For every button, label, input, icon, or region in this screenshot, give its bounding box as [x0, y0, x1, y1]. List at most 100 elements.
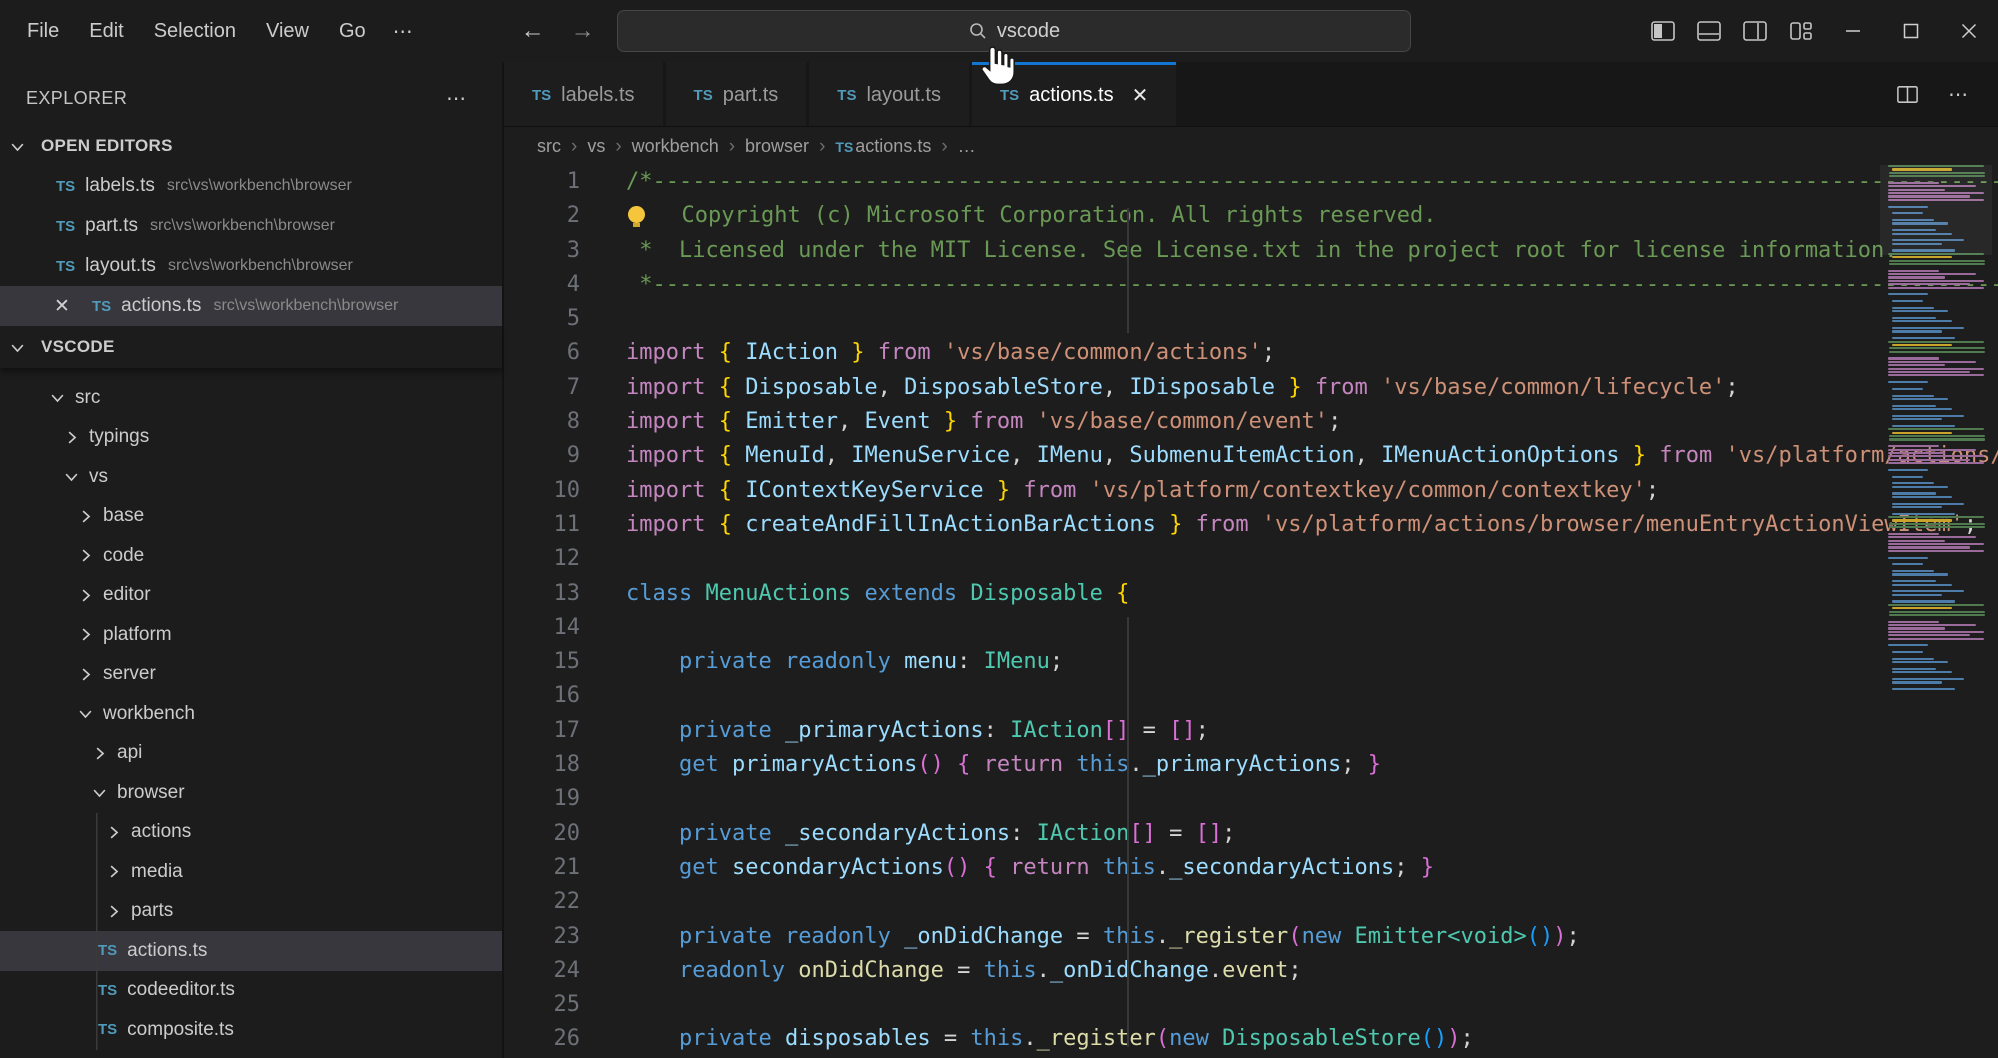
menu-selection[interactable]: Selection: [141, 14, 249, 49]
tree-item-parts[interactable]: parts: [0, 892, 502, 932]
code-line: 22: [504, 885, 1998, 919]
tab-bar: TSlabels.tsTSpart.tsTSlayout.tsTSactions…: [504, 62, 1998, 127]
tab-labels-ts[interactable]: TSlabels.ts: [504, 62, 663, 126]
minimap-line: [1889, 351, 1985, 353]
tree-item-media[interactable]: media: [0, 852, 502, 892]
close-window-button[interactable]: [1940, 0, 1998, 62]
breadcrumb-item-src[interactable]: src: [537, 136, 561, 157]
line-number[interactable]: 9: [504, 439, 580, 473]
close-icon[interactable]: ✕: [54, 295, 70, 318]
minimap[interactable]: [1884, 165, 1988, 1058]
tree-item-code[interactable]: code: [0, 536, 502, 576]
toggle-panel-button[interactable]: [1686, 9, 1732, 53]
breadcrumb-item-vs[interactable]: vs: [587, 136, 605, 157]
line-number[interactable]: 6: [504, 336, 580, 370]
maximize-button[interactable]: [1882, 0, 1940, 62]
minimap-line: [1892, 388, 1922, 390]
minimap-line: [1888, 341, 1984, 343]
line-number[interactable]: 8: [504, 405, 580, 439]
tab-layout-ts[interactable]: TSlayout.ts: [809, 62, 969, 126]
line-number[interactable]: 12: [504, 542, 580, 576]
minimap-line: [1892, 594, 1941, 596]
tree-item-actions-ts[interactable]: TSactions.ts: [0, 931, 502, 971]
line-number[interactable]: 1: [504, 165, 580, 199]
window-controls: [1640, 0, 1998, 62]
command-center-search[interactable]: vscode: [617, 10, 1411, 52]
line-number[interactable]: 4: [504, 268, 580, 302]
open-editor-item[interactable]: TSlabels.tssrc\vs\workbench\browser: [0, 166, 502, 206]
line-number[interactable]: 3: [504, 234, 580, 268]
line-number[interactable]: 14: [504, 611, 580, 645]
line-number[interactable]: 2: [504, 199, 580, 233]
line-number[interactable]: 22: [504, 885, 580, 919]
toggle-primary-sidebar-button[interactable]: [1640, 9, 1686, 53]
minimap-line: [1884, 553, 1988, 555]
breadcrumb-item-actions-ts[interactable]: TSactions.ts: [835, 136, 931, 157]
open-editor-item[interactable]: TSpart.tssrc\vs\workbench\browser: [0, 206, 502, 246]
folder-section-header[interactable]: VSCODE: [0, 326, 502, 368]
breadcrumb-item-browser[interactable]: browser: [745, 136, 809, 157]
line-number[interactable]: 11: [504, 508, 580, 542]
menu-edit[interactable]: Edit: [76, 14, 136, 49]
line-number[interactable]: 20: [504, 817, 580, 851]
line-number[interactable]: 18: [504, 748, 580, 782]
line-number[interactable]: 23: [504, 920, 580, 954]
toggle-secondary-sidebar-button[interactable]: [1732, 9, 1778, 53]
code-editor[interactable]: 1/*-------------------------------------…: [504, 165, 1998, 1058]
explorer-more-actions-icon[interactable]: ⋯: [436, 80, 478, 117]
minimap-line: [1884, 685, 1988, 687]
minimap-line: [1888, 462, 1984, 464]
tree-item-base[interactable]: base: [0, 497, 502, 537]
menu-view[interactable]: View: [253, 14, 322, 49]
minimize-button[interactable]: [1824, 0, 1882, 62]
minimap-line: [1884, 587, 1988, 589]
tree-item-vs[interactable]: vs: [0, 457, 502, 497]
tree-item-src[interactable]: src: [0, 378, 502, 418]
tree-item-typings[interactable]: typings: [0, 418, 502, 458]
tree-item-editor[interactable]: editor: [0, 576, 502, 616]
breadcrumb-item-more[interactable]: …: [958, 136, 976, 157]
line-number[interactable]: 24: [504, 954, 580, 988]
tab-part-ts[interactable]: TSpart.ts: [666, 62, 807, 126]
open-editors-section-header[interactable]: OPEN EDITORS: [0, 126, 502, 166]
close-icon[interactable]: ✕: [1132, 83, 1149, 108]
line-number[interactable]: 15: [504, 645, 580, 679]
line-number[interactable]: 25: [504, 988, 580, 1022]
line-number[interactable]: 7: [504, 371, 580, 405]
tab-actions-ts[interactable]: TSactions.ts✕: [972, 62, 1176, 126]
tree-item-workbench[interactable]: workbench: [0, 694, 502, 734]
tree-item-platform[interactable]: platform: [0, 615, 502, 655]
menu-file[interactable]: File: [14, 14, 72, 49]
tree-item-api[interactable]: api: [0, 734, 502, 774]
open-editor-name: part.ts: [85, 215, 138, 237]
breadcrumb-separator-icon: ›: [615, 136, 621, 158]
tree-item-server[interactable]: server: [0, 655, 502, 695]
editor-more-actions-icon[interactable]: ⋯: [1938, 76, 1980, 113]
back-arrow-icon[interactable]: ←: [521, 17, 545, 45]
line-number[interactable]: 19: [504, 782, 580, 816]
line-number[interactable]: 13: [504, 577, 580, 611]
open-editor-item[interactable]: ✕TSactions.tssrc\vs\workbench\browser: [0, 286, 502, 326]
tree-item-browser[interactable]: browser: [0, 773, 502, 813]
menu-more-icon[interactable]: ⋯: [383, 13, 425, 50]
tree-item-actions[interactable]: actions: [0, 813, 502, 853]
menu-go[interactable]: Go: [326, 14, 379, 49]
open-editor-item[interactable]: TSlayout.tssrc\vs\workbench\browser: [0, 246, 502, 286]
line-number[interactable]: 16: [504, 679, 580, 713]
lightbulb-icon[interactable]: [628, 206, 645, 223]
split-editor-icon[interactable]: [1895, 82, 1920, 107]
tree-item-composite-ts[interactable]: TScomposite.ts: [0, 1010, 502, 1050]
customize-layout-button[interactable]: [1778, 9, 1824, 53]
line-number[interactable]: 17: [504, 714, 580, 748]
minimap-viewport[interactable]: [1880, 165, 1992, 255]
line-number[interactable]: 21: [504, 851, 580, 885]
chevron-down-icon: [62, 467, 81, 486]
minimap-line: [1888, 634, 1970, 636]
line-number[interactable]: 5: [504, 302, 580, 336]
line-number[interactable]: 10: [504, 474, 580, 508]
forward-arrow-icon[interactable]: →: [571, 17, 595, 45]
tree-item-codeeditor-ts[interactable]: TScodeeditor.ts: [0, 971, 502, 1011]
line-number[interactable]: 26: [504, 1022, 580, 1056]
breadcrumb-item-workbench[interactable]: workbench: [632, 136, 719, 157]
minimap-line: [1884, 479, 1988, 481]
